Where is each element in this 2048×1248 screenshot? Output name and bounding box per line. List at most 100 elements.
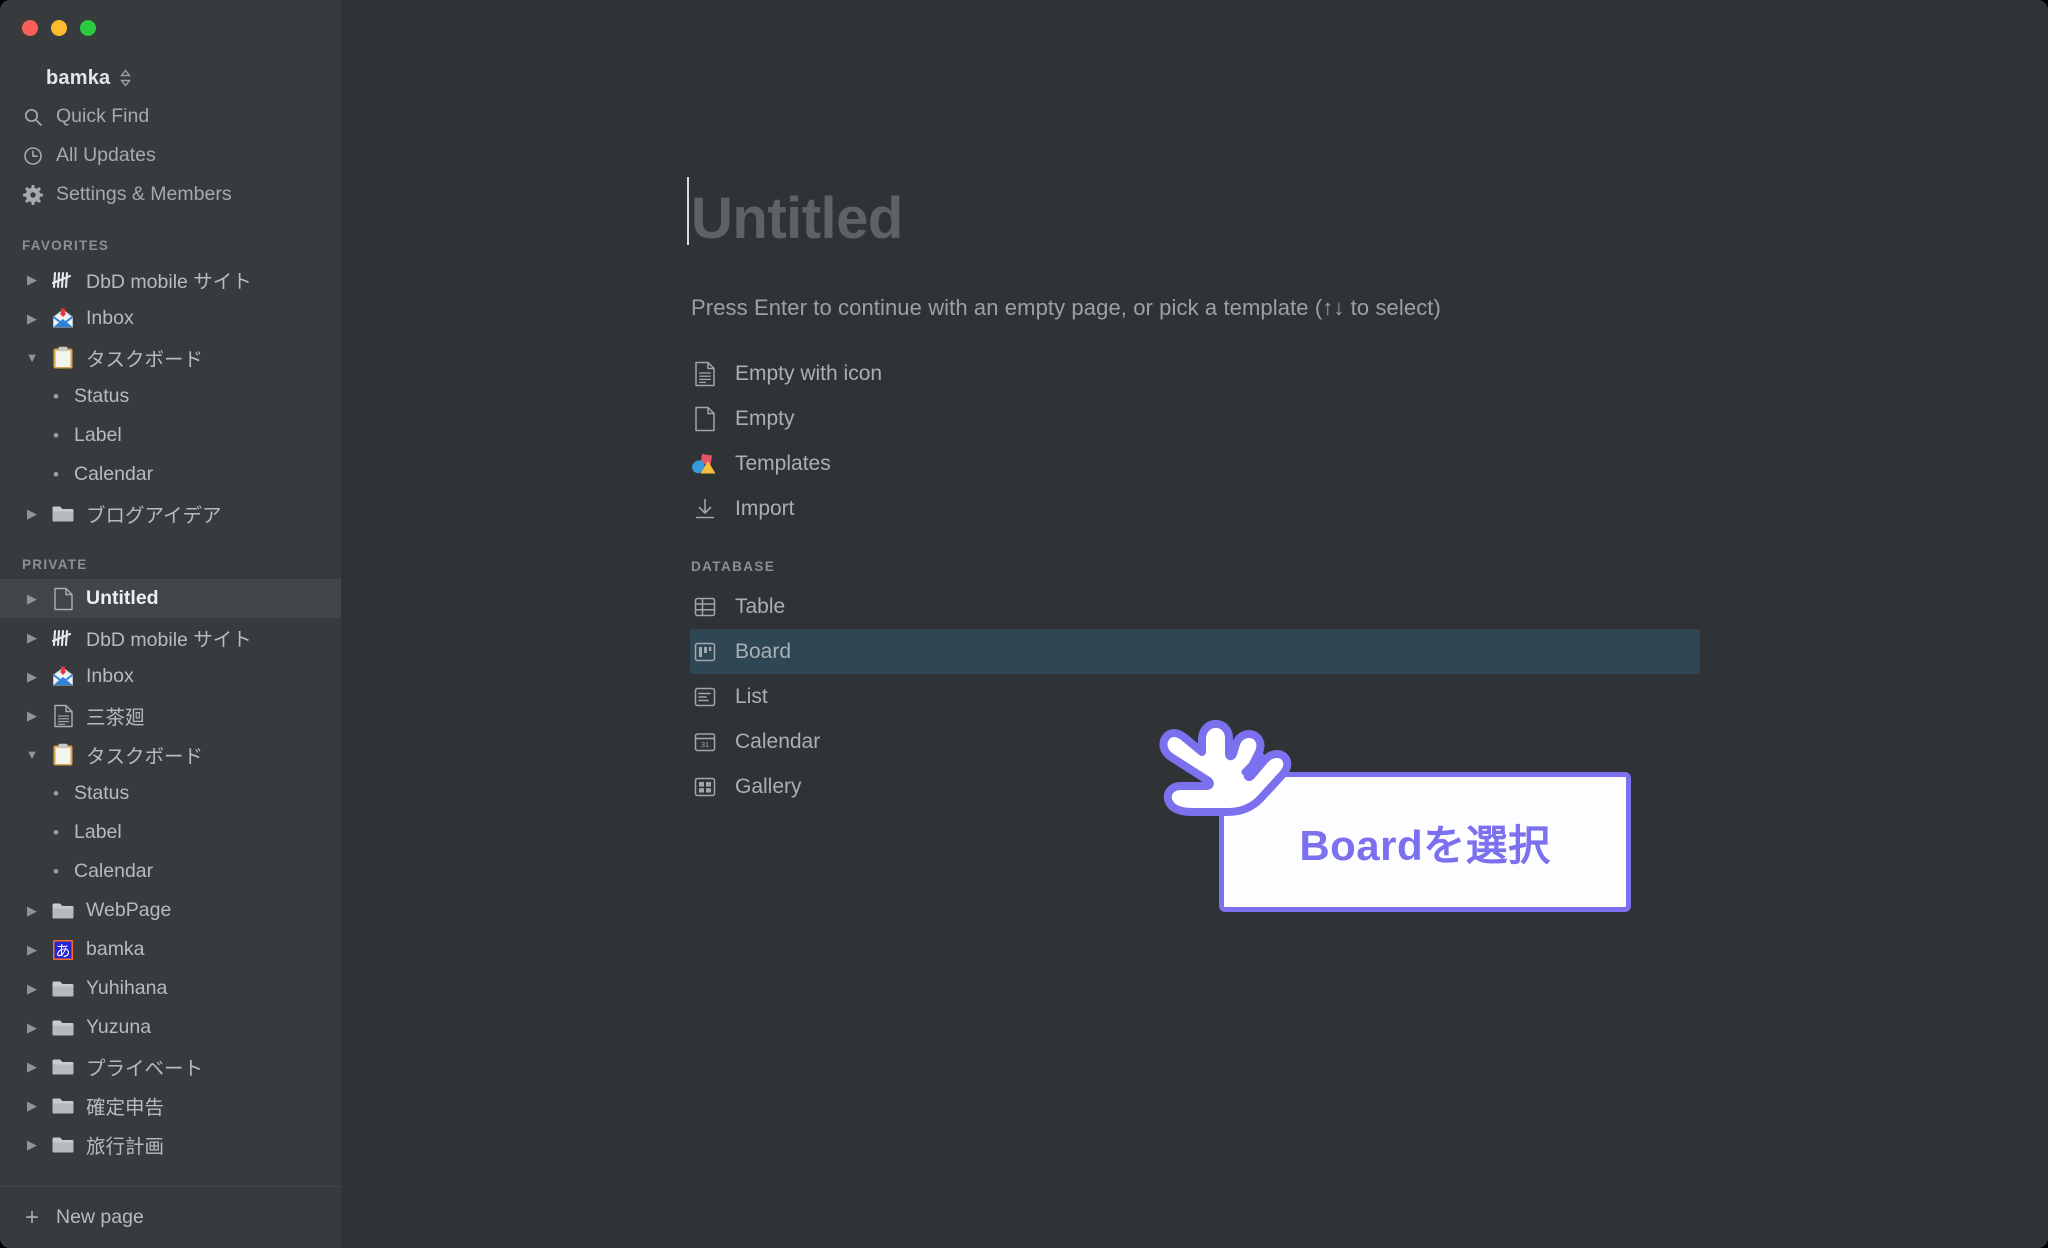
option-label: Calendar xyxy=(735,729,821,753)
sidebar-item-label: Inbox xyxy=(86,665,134,687)
option-label: Table xyxy=(735,594,786,618)
maximize-button[interactable] xyxy=(80,20,96,36)
folder-emoji xyxy=(50,1134,76,1155)
bullet-icon: • xyxy=(53,465,59,484)
option-label: Import xyxy=(735,496,795,520)
new-page-label: New page xyxy=(56,1206,144,1228)
folder-emoji xyxy=(50,503,76,524)
option-templates[interactable]: Templates xyxy=(690,441,1700,486)
option-import[interactable]: Import xyxy=(690,486,1700,531)
clipboard-emoji xyxy=(50,346,76,370)
sidebar-item-private-8[interactable]: ▶ WebPage xyxy=(0,891,341,930)
workspace-name: bamka xyxy=(46,66,111,89)
sidebar-item-label: ブログアイデア xyxy=(86,505,222,527)
close-button[interactable] xyxy=(22,20,38,36)
japanese-a-emoji: あ xyxy=(50,939,76,961)
blank-page-icon xyxy=(691,406,719,432)
bullet-icon: • xyxy=(53,426,59,445)
nav-item-all-updates[interactable]: All Updates xyxy=(0,136,341,175)
sidebar-item-private-14[interactable]: ▶ 旅行計画 xyxy=(0,1125,341,1164)
folder-emoji xyxy=(50,1095,76,1116)
option-empty-with-icon[interactable]: Empty with icon xyxy=(690,351,1700,396)
chevron-right-icon[interactable]: ▶ xyxy=(24,631,40,644)
main-content: Untitled Press Enter to continue with an… xyxy=(341,0,2048,1248)
bullet-icon: • xyxy=(53,862,59,881)
sidebar-item-label: Label xyxy=(74,424,122,446)
favorites-list: ▶ DbD mobile サイト ▶ Inbox ▼ タスクボード • Status • Labe… xyxy=(0,260,341,533)
page-title[interactable]: Untitled xyxy=(687,177,2048,252)
chevron-right-icon[interactable]: ▶ xyxy=(24,312,40,325)
chevron-updown-icon xyxy=(120,69,132,87)
folder-emoji xyxy=(50,1017,76,1038)
sidebar-item-favorites-2[interactable]: ▼ タスクボード xyxy=(0,338,341,377)
sidebar-item-private-5[interactable]: • Status xyxy=(0,774,341,813)
new-page-button[interactable]: + New page xyxy=(0,1186,341,1248)
chevron-right-icon[interactable]: ▶ xyxy=(24,1099,40,1112)
sidebar-item-label: Status xyxy=(74,385,130,407)
sidebar-item-private-0[interactable]: ▶ Untitled xyxy=(0,579,341,618)
sidebar-item-private-13[interactable]: ▶ 確定申告 xyxy=(0,1086,341,1125)
option-empty[interactable]: Empty xyxy=(690,396,1700,441)
search-icon xyxy=(22,106,44,128)
tally-emoji xyxy=(50,269,76,291)
download-arrow-icon xyxy=(691,497,719,521)
sidebar-item-favorites-6[interactable]: ▶ ブログアイデア xyxy=(0,494,341,533)
board-icon xyxy=(691,640,719,664)
sidebar-item-private-3[interactable]: ▶ 三茶廻 xyxy=(0,696,341,735)
sidebar-item-private-4[interactable]: ▼ タスクボード xyxy=(0,735,341,774)
chevron-right-icon[interactable]: ▶ xyxy=(24,709,40,722)
chevron-right-icon[interactable]: ▶ xyxy=(24,273,40,286)
nav-item-quick-find[interactable]: Quick Find xyxy=(0,97,341,136)
chevron-right-icon[interactable]: ▶ xyxy=(24,1060,40,1073)
nav-item-settings-members[interactable]: Settings & Members xyxy=(0,175,341,214)
sidebar-item-private-2[interactable]: ▶ Inbox xyxy=(0,657,341,696)
sidebar-item-favorites-5[interactable]: • Calendar xyxy=(0,455,341,494)
sidebar-item-private-11[interactable]: ▶ Yuzuna xyxy=(0,1008,341,1047)
option-board[interactable]: Board xyxy=(690,629,1700,674)
chevron-right-icon[interactable]: ▶ xyxy=(24,507,40,520)
chevron-right-icon[interactable]: ▶ xyxy=(24,1021,40,1034)
sidebar-item-favorites-0[interactable]: ▶ DbD mobile サイト xyxy=(0,260,341,299)
folder-emoji xyxy=(50,900,76,921)
sidebar-item-favorites-3[interactable]: • Status xyxy=(0,377,341,416)
bullet-icon: • xyxy=(53,823,59,842)
chevron-right-icon[interactable]: ▶ xyxy=(24,592,40,605)
sidebar-item-label: 確定申告 xyxy=(86,1097,165,1119)
sidebar-scroll-area[interactable]: bamka Quick Find All Updates Settings & … xyxy=(0,52,341,1186)
chevron-down-icon[interactable]: ▼ xyxy=(24,351,40,364)
sidebar-item-label: Yuzuna xyxy=(86,1016,152,1038)
chevron-right-icon[interactable]: ▶ xyxy=(24,904,40,917)
inbox-tray-emoji xyxy=(50,666,76,688)
bullet-icon: • xyxy=(53,387,59,406)
page-with-lines-icon xyxy=(691,361,719,387)
chevron-right-icon[interactable]: ▶ xyxy=(24,943,40,956)
chevron-right-icon[interactable]: ▶ xyxy=(24,1138,40,1151)
option-table[interactable]: Table xyxy=(690,584,1700,629)
sidebar-item-private-7[interactable]: • Calendar xyxy=(0,852,341,891)
inbox-tray-emoji xyxy=(50,308,76,330)
minimize-button[interactable] xyxy=(51,20,67,36)
workspace-switcher[interactable]: bamka xyxy=(0,59,341,97)
sidebar-item-favorites-4[interactable]: • Label xyxy=(0,416,341,455)
chevron-right-icon[interactable]: ▶ xyxy=(24,670,40,683)
sidebar-item-label: DbD mobile サイト xyxy=(86,271,252,293)
annotation-callout-text: Boardを選択 xyxy=(1299,821,1551,869)
sidebar-item-private-6[interactable]: • Label xyxy=(0,813,341,852)
sidebar-item-label: プライベート xyxy=(86,1058,204,1080)
sidebar-item-label: Status xyxy=(74,782,130,804)
chevron-right-icon[interactable]: ▶ xyxy=(24,982,40,995)
sidebar-item-favorites-1[interactable]: ▶ Inbox xyxy=(0,299,341,338)
clipboard-emoji xyxy=(50,743,76,767)
page-hint-text: Press Enter to continue with an empty pa… xyxy=(691,295,1441,320)
sidebar-item-private-1[interactable]: ▶ DbD mobile サイト xyxy=(0,618,341,657)
sidebar-item-private-12[interactable]: ▶ プライベート xyxy=(0,1047,341,1086)
sidebar-item-private-10[interactable]: ▶ Yuhihana xyxy=(0,969,341,1008)
text-caret xyxy=(687,177,689,245)
sidebar-item-label: 三茶廻 xyxy=(86,707,145,729)
folder-emoji xyxy=(50,1056,76,1077)
sidebar-item-private-9[interactable]: ▶ あ bamka xyxy=(0,930,341,969)
sidebar-item-label: タスクボード xyxy=(86,746,204,768)
sidebar-item-label: WebPage xyxy=(86,899,172,921)
window-traffic-lights xyxy=(0,0,341,52)
chevron-down-icon[interactable]: ▼ xyxy=(24,748,40,761)
